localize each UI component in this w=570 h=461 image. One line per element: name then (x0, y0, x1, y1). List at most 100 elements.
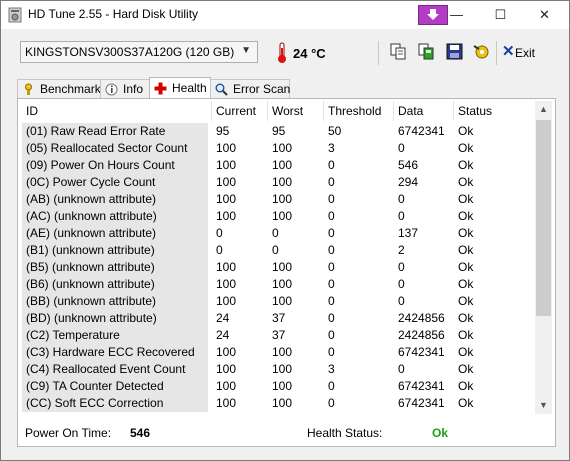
table-row[interactable]: (BD) (unknown attribute) 24 37 0 2424856 Ok (22, 310, 537, 327)
tab-health-label: Health (172, 81, 207, 95)
column-header-id[interactable]: ID (22, 101, 212, 121)
maximize-button[interactable]: ☐ (478, 1, 523, 29)
cell-current: 100 (216, 277, 237, 291)
close-button[interactable]: ✕ (522, 1, 567, 29)
cell-id: (AE) (unknown attribute) (22, 225, 208, 242)
copy-screenshot-icon[interactable] (418, 43, 435, 60)
cell-status: Ok (458, 158, 474, 172)
cell-current: 100 (216, 175, 237, 189)
copy-icon[interactable] (390, 43, 407, 60)
cell-threshold: 0 (328, 209, 335, 223)
table-row[interactable]: (C3) Hardware ECC Recovered 100 100 0 674234… (22, 344, 537, 361)
table-row[interactable]: (B5) (unknown attribute) 100 100 0 0 Ok (22, 259, 537, 276)
cell-worst: 100 (272, 141, 293, 155)
tab-benchmark[interactable]: Benchmark (17, 79, 101, 98)
column-header-worst[interactable]: Worst (268, 101, 324, 121)
table-row[interactable]: (AE) (unknown attribute) 0 0 0 137 Ok (22, 225, 537, 242)
toolbar: KINGSTONSV300S37A120G (120 GB) ▼ 24 °C ✕… (1, 29, 569, 75)
tab-error-scan[interactable]: Error Scan (210, 79, 290, 98)
health-cross-icon (154, 82, 167, 95)
window-title: HD Tune 2.55 - Hard Disk Utility (28, 7, 199, 21)
cell-status: Ok (458, 243, 474, 257)
health-status-label: Health Status: (307, 426, 383, 440)
cell-data: 0 (398, 294, 405, 308)
info-icon (105, 83, 118, 96)
cell-current: 100 (216, 396, 237, 410)
cell-data: 2424856 (398, 311, 445, 325)
cell-current: 100 (216, 192, 237, 206)
cell-id: (CC) Soft ECC Correction (22, 395, 208, 412)
cell-status: Ok (458, 277, 474, 291)
table-row[interactable]: (01) Raw Read Error Rate 95 95 50 6742341 Ok (22, 123, 537, 140)
cell-threshold: 0 (328, 277, 335, 291)
cell-threshold: 0 (328, 396, 335, 410)
table-row[interactable]: (C9) TA Counter Detected 100 100 0 6742341 Ok (22, 378, 537, 395)
cell-current: 0 (216, 243, 223, 257)
scrollbar-thumb[interactable] (536, 120, 551, 316)
cell-id: (C4) Reallocated Event Count (22, 361, 208, 378)
exit-button[interactable]: ✕ Exit (499, 43, 549, 63)
cell-worst: 0 (272, 243, 279, 257)
cell-data: 294 (398, 175, 419, 189)
minimize-button[interactable]: — (434, 1, 479, 29)
column-header-current[interactable]: Current (212, 101, 268, 121)
cell-current: 24 (216, 328, 230, 342)
table-row[interactable]: (B1) (unknown attribute) 0 0 0 2 Ok (22, 242, 537, 259)
cell-data: 137 (398, 226, 419, 240)
table-row[interactable]: (05) Reallocated Sector Count 100 100 3 0 Ok (22, 140, 537, 157)
power-on-time-label: Power On Time: (25, 426, 112, 440)
cell-data: 6742341 (398, 124, 445, 138)
cell-worst: 0 (272, 226, 279, 240)
cell-worst: 95 (272, 124, 286, 138)
cell-id: (B1) (unknown attribute) (22, 242, 208, 259)
cell-current: 100 (216, 260, 237, 274)
cell-id: (01) Raw Read Error Rate (22, 123, 208, 140)
cell-current: 24 (216, 311, 230, 325)
cell-data: 546 (398, 158, 419, 172)
column-header-status[interactable]: Status (454, 101, 537, 121)
table-row[interactable]: (AC) (unknown attribute) 100 100 0 0 Ok (22, 208, 537, 225)
cell-status: Ok (458, 192, 474, 206)
table-row[interactable]: (BB) (unknown attribute) 100 100 0 0 Ok (22, 293, 537, 310)
table-row[interactable]: (CC) Soft ECC Correction 100 100 0 6742341 Ok (22, 395, 537, 412)
scroll-up-icon[interactable]: ▲ (535, 101, 552, 118)
column-header-threshold[interactable]: Threshold (324, 101, 394, 121)
cell-status: Ok (458, 141, 474, 155)
cell-status: Ok (458, 260, 474, 274)
tab-health[interactable]: Health (149, 77, 211, 99)
cell-status: Ok (458, 345, 474, 359)
cell-threshold: 0 (328, 158, 335, 172)
cell-data: 0 (398, 192, 405, 206)
cell-worst: 100 (272, 277, 293, 291)
drive-select[interactable]: KINGSTONSV300S37A120G (120 GB) ▼ (20, 41, 258, 63)
app-icon (8, 7, 22, 23)
save-icon[interactable] (446, 43, 463, 60)
tab-info[interactable]: Info (100, 79, 150, 98)
table-row[interactable]: (B6) (unknown attribute) 100 100 0 0 Ok (22, 276, 537, 293)
options-icon[interactable] (473, 43, 490, 60)
column-header-data[interactable]: Data (394, 101, 454, 121)
table-row[interactable]: (0C) Power Cycle Count 100 100 0 294 Ok (22, 174, 537, 191)
cell-status: Ok (458, 175, 474, 189)
table-scrollbar[interactable]: ▲ ▼ (535, 101, 552, 414)
temperature-value: 24 °C (293, 46, 326, 61)
cell-threshold: 0 (328, 260, 335, 274)
table-header: ID Current Worst Threshold Data Status (22, 101, 537, 121)
scroll-down-icon[interactable]: ▼ (535, 397, 552, 414)
table-row[interactable]: (C2) Temperature 24 37 0 2424856 Ok (22, 327, 537, 344)
cell-worst: 100 (272, 260, 293, 274)
cell-data: 2 (398, 243, 405, 257)
table-row[interactable]: (C4) Reallocated Event Count 100 100 3 0 Ok (22, 361, 537, 378)
cell-threshold: 3 (328, 362, 335, 376)
cell-current: 95 (216, 124, 230, 138)
thermometer-icon (278, 42, 286, 63)
exit-label: Exit (515, 46, 536, 60)
cell-status: Ok (458, 294, 474, 308)
cell-id: (BD) (unknown attribute) (22, 310, 208, 327)
cell-status: Ok (458, 362, 474, 376)
cell-data: 6742341 (398, 379, 445, 393)
cell-id: (05) Reallocated Sector Count (22, 140, 208, 157)
cell-worst: 100 (272, 209, 293, 223)
table-row[interactable]: (09) Power On Hours Count 100 100 0 546 Ok (22, 157, 537, 174)
table-row[interactable]: (AB) (unknown attribute) 100 100 0 0 Ok (22, 191, 537, 208)
